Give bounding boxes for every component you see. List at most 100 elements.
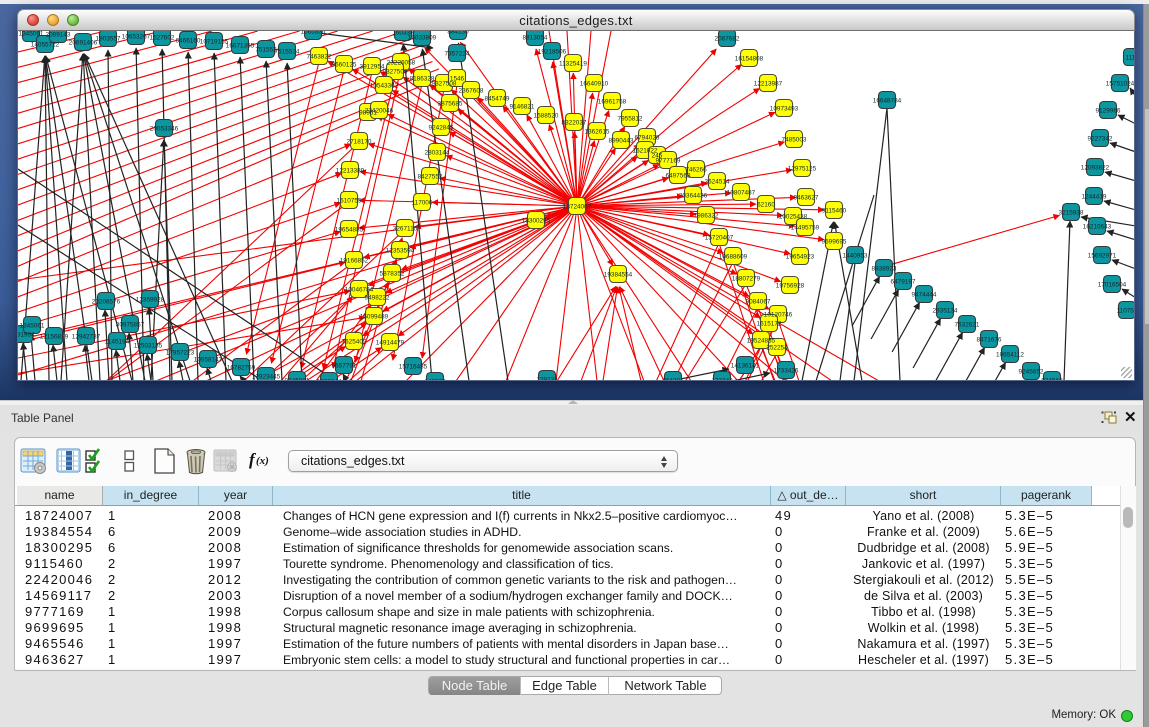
svg-text:1244419: 1244419 — [1082, 193, 1107, 200]
svg-text:19654923: 19654923 — [786, 253, 815, 260]
svg-text:16961758: 16961758 — [598, 98, 627, 105]
svg-text:7357224: 7357224 — [445, 50, 470, 57]
svg-text:7986322: 7986322 — [694, 212, 719, 219]
svg-text:12213987: 12213987 — [754, 80, 783, 87]
svg-text:3875685: 3875685 — [438, 100, 463, 107]
svg-text:6794028: 6794028 — [635, 134, 660, 141]
svg-text:6479197: 6479197 — [891, 278, 916, 285]
svg-text:9084067: 9084067 — [746, 298, 771, 305]
svg-text:(x): (x) — [256, 455, 269, 467]
svg-text:8990443: 8990443 — [609, 137, 634, 144]
svg-text:16099489: 16099489 — [360, 313, 389, 320]
svg-text:3215938: 3215938 — [1059, 209, 1084, 216]
svg-text:12975125: 12975125 — [788, 165, 817, 172]
svg-text:9146821: 9146821 — [510, 103, 535, 110]
svg-text:1903557: 1903557 — [96, 35, 121, 42]
svg-text:391934: 391934 — [18, 331, 35, 338]
svg-text:20691406: 20691406 — [69, 39, 98, 46]
svg-text:9227342: 9227342 — [1088, 135, 1113, 142]
svg-text:18300295: 18300295 — [522, 217, 551, 224]
svg-text:14055712: 14055712 — [31, 41, 60, 48]
svg-text:12503135: 12503135 — [134, 342, 163, 349]
svg-text:1345061: 1345061 — [20, 322, 45, 329]
svg-text:10653267: 10653267 — [122, 33, 151, 40]
svg-text:10543362: 10543362 — [370, 82, 399, 89]
svg-text:9657791: 9657791 — [332, 362, 357, 369]
svg-text:12353594: 12353594 — [386, 247, 415, 254]
svg-text:2367608: 2367608 — [459, 87, 484, 94]
svg-text:16671355: 16671355 — [226, 42, 255, 49]
svg-text:19654885: 19654885 — [335, 226, 364, 233]
svg-text:8813054: 8813054 — [523, 34, 548, 41]
svg-text:16640910: 16640910 — [580, 80, 609, 87]
svg-text:19384554: 19384554 — [604, 271, 633, 278]
svg-text:8660125: 8660125 — [332, 61, 357, 68]
svg-text:1588520: 1588520 — [534, 112, 559, 119]
svg-text:11325419: 11325419 — [559, 60, 587, 67]
svg-text:8471676: 8471676 — [977, 336, 1002, 343]
svg-text:924568: 924568 — [1041, 377, 1063, 380]
svg-text:864301: 864301 — [662, 377, 684, 380]
svg-text:19756928: 19756928 — [776, 282, 805, 289]
svg-text:173342: 173342 — [711, 377, 733, 380]
svg-text:9474444: 9474444 — [912, 291, 937, 298]
svg-text:149575: 149575 — [424, 378, 446, 380]
svg-text:5878352: 5878352 — [380, 270, 405, 277]
svg-text:12923445: 12923445 — [252, 373, 281, 380]
svg-text:10025438: 10025438 — [779, 213, 808, 220]
svg-text:8938923: 8938923 — [872, 265, 897, 272]
svg-text:1440953: 1440953 — [843, 252, 868, 259]
svg-text:15720407: 15720407 — [705, 234, 734, 241]
svg-text:23226058: 23226058 — [387, 59, 416, 66]
svg-text:10120746: 10120746 — [764, 311, 793, 318]
svg-text:15692971: 15692971 — [1088, 252, 1117, 259]
svg-text:1610755: 1610755 — [337, 197, 362, 204]
svg-text:9129966: 9129966 — [1096, 107, 1121, 114]
svg-text:10958147: 10958147 — [194, 356, 223, 363]
svg-text:1546: 1546 — [450, 75, 465, 82]
svg-text:16782759: 16782759 — [227, 364, 256, 371]
svg-text:23420046: 23420046 — [365, 107, 394, 114]
svg-text:1092344: 1092344 — [317, 378, 342, 380]
svg-text:10719155: 10719155 — [200, 38, 229, 45]
svg-text:6497568: 6497568 — [666, 172, 691, 179]
svg-text:9245081: 9245081 — [285, 377, 310, 380]
svg-text:20053346: 20053346 — [150, 125, 179, 132]
svg-text:7632621: 7632621 — [955, 321, 980, 328]
svg-text:9699695: 9699695 — [822, 238, 847, 245]
svg-text:2087682: 2087682 — [715, 35, 740, 42]
svg-text:2718170: 2718170 — [347, 138, 372, 145]
svg-text:10046784: 10046784 — [345, 286, 374, 293]
svg-text:884130: 884130 — [447, 31, 469, 35]
svg-text:6466160: 6466160 — [176, 37, 201, 44]
svg-text:252254: 252254 — [766, 344, 788, 351]
svg-text:1615172: 1615172 — [757, 320, 782, 327]
svg-text:8322037: 8322037 — [562, 119, 587, 126]
svg-text:15751024: 15751024 — [1106, 80, 1134, 87]
svg-text:8454749: 8454749 — [485, 95, 510, 102]
svg-text:1345061: 1345061 — [19, 31, 44, 37]
svg-text:1362615: 1362615 — [585, 128, 610, 135]
svg-text:10654112: 10654112 — [996, 351, 1024, 358]
svg-text:1527602: 1527602 — [150, 34, 175, 41]
svg-text:19166852: 19166852 — [340, 257, 369, 264]
svg-text:19218506: 19218506 — [538, 48, 567, 55]
svg-text:9498222: 9498222 — [365, 294, 390, 301]
svg-text:18724007: 18724007 — [563, 203, 592, 210]
svg-text:20206576: 20206576 — [92, 298, 121, 305]
svg-text:1145194: 1145194 — [105, 338, 130, 345]
svg-text:2089143: 2089143 — [46, 31, 71, 38]
svg-text:15716485: 15716485 — [399, 363, 428, 370]
svg-text:10688609: 10688609 — [719, 253, 748, 260]
svg-text:8427552: 8427552 — [418, 173, 443, 180]
svg-text:17016504: 17016504 — [1098, 281, 1127, 288]
svg-text:3267110: 3267110 — [393, 225, 418, 232]
svg-text:1112: 1112 — [1125, 54, 1134, 61]
svg-text:16648784: 16648784 — [873, 97, 902, 104]
svg-text:16033809: 16033809 — [408, 34, 437, 41]
svg-text:746266: 746266 — [685, 166, 707, 173]
svg-text:12156829: 12156829 — [40, 333, 69, 340]
svg-text:7515524: 7515524 — [275, 48, 300, 55]
svg-text:9245652: 9245652 — [1019, 368, 1044, 375]
svg-text:18807279: 18807279 — [732, 275, 761, 282]
